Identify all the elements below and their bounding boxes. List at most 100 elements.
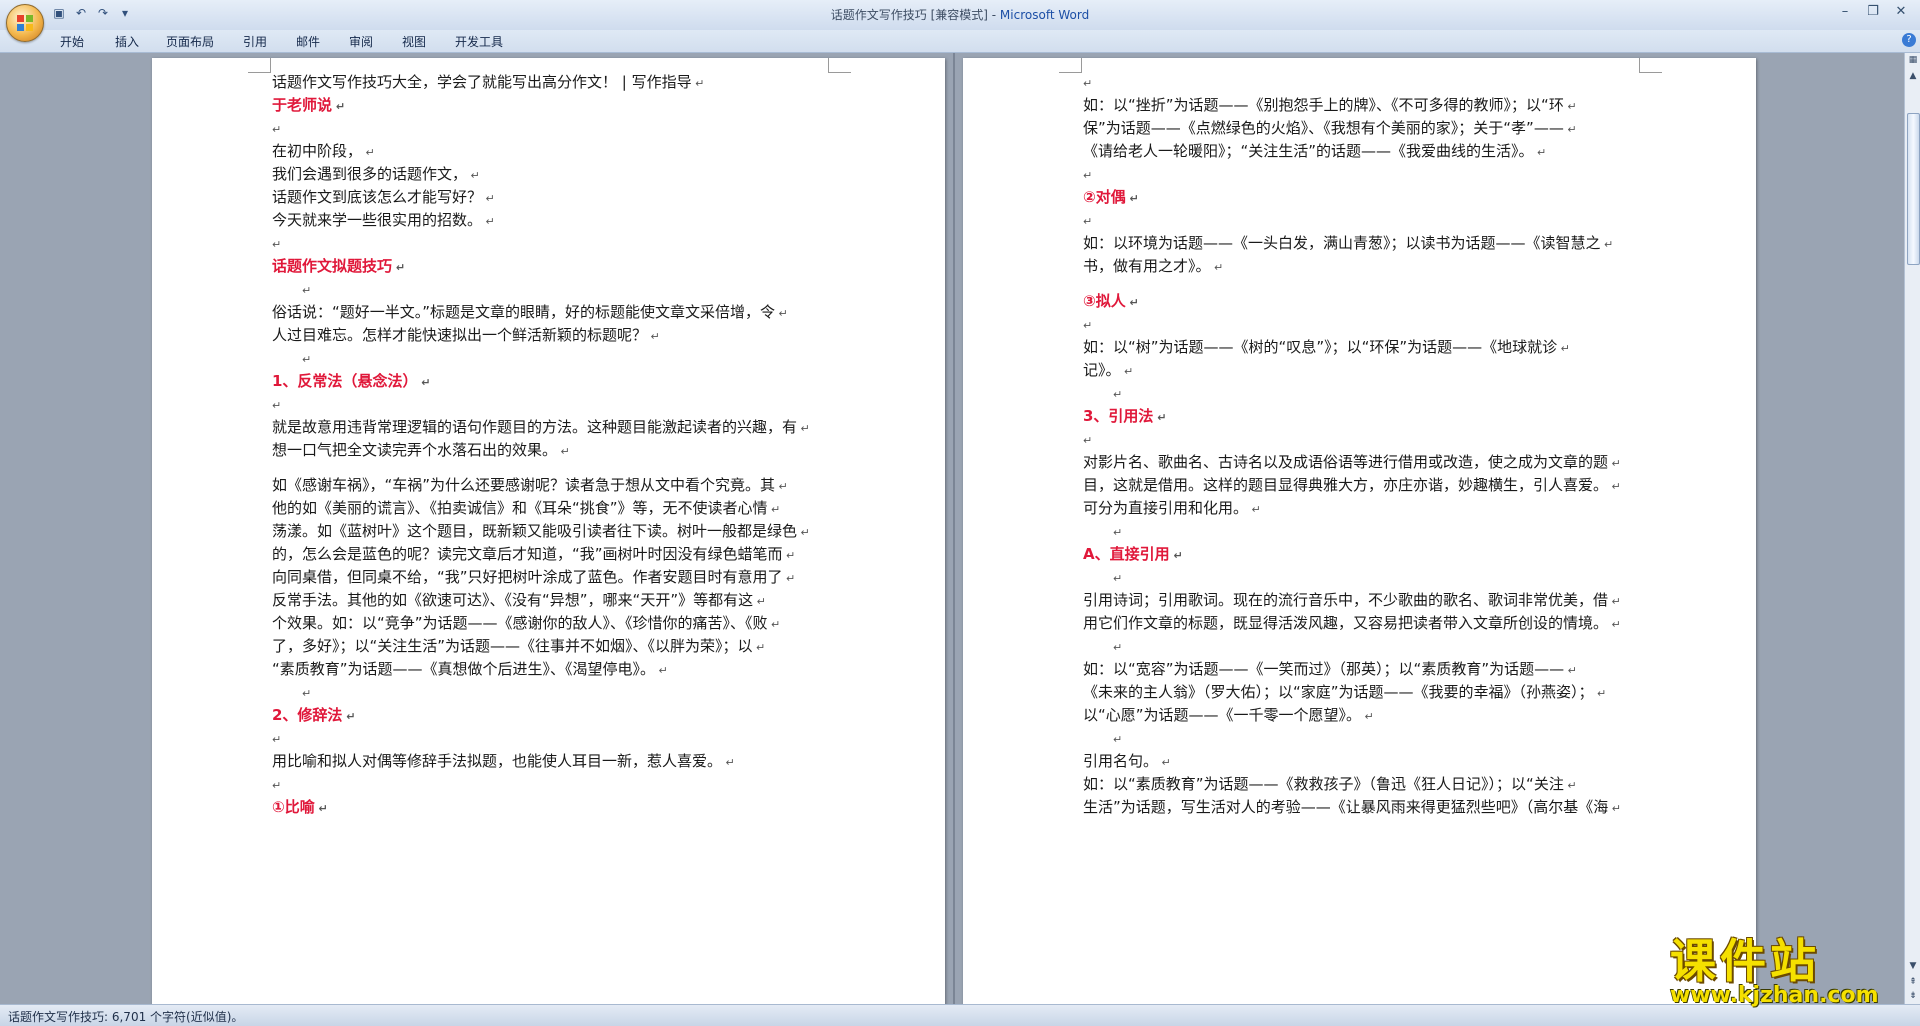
paragraph-mark-icon: ↵ [1593,687,1607,700]
empty-paragraph: ↵ [272,727,832,750]
line-text: 以“心愿”为话题——《一千零一个愿望》。 [1083,706,1362,724]
line-text: 话题作文到底该怎么才能写好？ [272,188,483,206]
tab-view[interactable]: 视图 [402,33,426,50]
paragraph-line: 就是故意用违背常理逻辑的语句作题目的方法。这种题目能激起读者的兴趣，有 ↵ [272,416,832,439]
paragraph-line: 俗话说：“题好一半文。”标题是文章的眼睛，好的标题能使文章文采倍增，令 ↵ [272,301,832,324]
vertical-scrollbar[interactable]: ▦ ▲ ▼ ⇞ ⇟ [1904,53,1920,1004]
document-title: 话题作文写作技巧 [兼容模式] - [830,8,1000,22]
word-count-status[interactable]: 话题作文写作技巧: 6,701 个字符(近似值)。 [8,1008,243,1025]
ruler-toggle-icon[interactable]: ▦ [1905,53,1920,67]
paragraph-mark-icon: ↵ [1563,123,1577,136]
tab-mailings[interactable]: 邮件 [296,33,320,50]
paragraph-mark-icon: ↵ [482,215,495,228]
line-text: “素质教育”为话题——《真想做个后进生》、《渴望停电》。 [272,660,656,678]
paragraph-mark-icon: ↵ [797,526,810,539]
paragraph-line: 保”为话题——《点燃绿色的火焰》、《我想有个美丽的家》；关于“孝”—— ↵ [1083,117,1643,140]
tab-page-layout[interactable]: 页面布局 [166,33,214,50]
empty-paragraph [272,462,832,474]
line-text: 如：以“挫折”为话题——《别抱怨手上的牌》、《不可多得的教师》；以“环 [1083,96,1564,114]
paragraph-mark-icon: ↵ [1125,296,1139,309]
paragraph-mark-icon: ↵ [782,549,796,562]
restore-icon[interactable]: ❐ [1860,2,1886,22]
close-icon[interactable]: ✕ [1888,2,1914,22]
paragraph-mark-icon: ↵ [272,238,282,251]
page-divider [953,53,955,1004]
tab-insert[interactable]: 插入 [115,33,139,50]
paragraph-mark-icon: ↵ [557,445,570,458]
line-text: 我们会遇到很多的话题作文， [272,165,468,183]
paragraph-line: 对影片名、歌曲名、古诗名以及成语俗语等进行借用或改造，使之成为文章的题 ↵ [1083,451,1643,474]
paragraph-mark-icon: ↵ [775,307,788,320]
office-button[interactable] [6,4,44,42]
help-icon[interactable]: ? [1902,33,1916,47]
document-page-left[interactable]: 话题作文写作技巧大全，学会了就能写出高分作文！ | 写作指导 ↵ 于老师说 ↵ ↵… [152,58,945,1004]
paragraph-line: 如：以“素质教育”为话题——《救救孩子》（鲁迅《狂人日记》）；以“关注 ↵ [1083,773,1643,796]
paragraph-line: 引用诗词；引用歌词。现在的流行音乐中，不少歌曲的歌名、歌词非常优美，借 ↵ [1083,589,1643,612]
paragraph-mark-icon: ↵ [1113,641,1123,654]
paragraph-mark-icon: ↵ [302,284,312,297]
scroll-up-icon[interactable]: ▲ [1905,69,1920,83]
paragraph-mark-icon: ↵ [272,733,282,746]
line-text: 引用名句。 [1083,752,1159,770]
line-text: 话题作文写作技巧大全，学会了就能写出高分作文！ | 写作指导 [272,73,692,91]
paragraph-mark-icon: ↵ [767,618,781,631]
line-text: 记》。 [1083,361,1121,379]
paragraph-mark-icon: ↵ [1608,618,1621,631]
paragraph-mark-icon: ↵ [1248,503,1261,516]
minimize-icon[interactable]: – [1832,2,1858,22]
empty-paragraph: ↵ [272,232,832,255]
tab-references[interactable]: 引用 [243,33,267,50]
paragraph-mark-icon: ↵ [1113,733,1123,746]
line-text: 《请给老人一轮暖阳》；“关注生活”的话题——《我爱曲线的生活》。 [1083,142,1534,160]
document-area: 话题作文写作技巧大全，学会了就能写出高分作文！ | 写作指导 ↵ 于老师说 ↵ ↵… [0,53,1904,1004]
paragraph-line: 想一口气把全文读完弄个水落石出的效果。 ↵ [272,439,832,462]
line-text: 人过目难忘。怎样才能快速拟出一个鲜活新颖的标题呢？ [272,326,648,344]
tab-home[interactable]: 开始 [60,33,84,50]
paragraph-line: 记》。 ↵ [1083,359,1643,382]
line-text: 2、修辞法 [272,706,343,724]
line-text: 的，怎么会是蓝色的呢？读完文章后才知道，“我”画树叶时因没有绿色蜡笔而 [272,545,783,563]
line-text: ①比喻 [272,798,315,816]
empty-paragraph [1083,278,1643,290]
line-text: 反常手法。其他的如《欲速可达》、《没有“异想”，哪来“天开”》等都有这 [272,591,754,609]
page-text-right: ↵ 如：以“挫折”为话题——《别抱怨手上的牌》、《不可多得的教师》；以“环 ↵ 保”… [1083,71,1643,819]
window-controls: – ❐ ✕ [1832,2,1914,22]
line-text: 书，做有用之才》。 [1083,257,1211,275]
scroll-thumb[interactable] [1907,113,1920,265]
paragraph-line: 用它们作文章的标题，既显得活泼风趣，又容易把读者带入文章所创设的情境。 ↵ [1083,612,1643,635]
paragraph-line: 的，怎么会是蓝色的呢？读完文章后才知道，“我”画树叶时因没有绿色蜡笔而 ↵ [272,543,832,566]
office-logo-icon [17,15,33,31]
line-text: 想一口气把全文读完弄个水落石出的效果。 [272,441,558,459]
paragraph-mark-icon: ↵ [1125,192,1139,205]
empty-paragraph: ↵ [272,773,832,796]
paragraph-mark-icon: ↵ [1153,411,1167,424]
paragraph-mark-icon: ↵ [655,664,668,677]
line-text: 如：以“宽容”为话题——《一笑而过》（那英）；以“素质教育”为话题—— [1083,660,1565,678]
line-text: ②对偶 [1083,188,1126,206]
document-page-right[interactable]: ↵ 如：以“挫折”为话题——《别抱怨手上的牌》、《不可多得的教师》；以“环 ↵ 保”… [963,58,1756,1004]
tab-developer[interactable]: 开发工具 [455,33,503,50]
crop-mark [248,58,271,73]
watermark-title: 课件站 [1670,934,1820,988]
paragraph-line: 书，做有用之才》。 ↵ [1083,255,1643,278]
paragraph-mark-icon: ↵ [272,399,282,412]
ribbon-tabs: 开始 插入 页面布局 引用 邮件 审阅 视图 开发工具 ? [0,30,1920,53]
section-heading: 2、修辞法 ↵ [272,704,832,727]
line-text: 在初中阶段， [272,142,363,160]
paragraph-line: 用比喻和拟人对偶等修辞手法拟题，也能使人耳目一新，惹人喜爱。 ↵ [272,750,832,773]
empty-paragraph: ↵ [1083,163,1643,186]
paragraph-line: 话题作文写作技巧大全，学会了就能写出高分作文！ | 写作指导 ↵ [272,71,832,94]
paragraph-line: 《未来的主人翁》（罗大佑）；以“家庭”为话题——《我要的幸福》（孙燕姿）； ↵ [1083,681,1643,704]
paragraph-line: 了，多好》；以“关注生活”为话题——《往事并不如烟》、《以胖为荣》；以 ↵ [272,635,832,658]
tab-review[interactable]: 审阅 [349,33,373,50]
paragraph-line: “素质教育”为话题——《真想做个后进生》、《渴望停电》。 ↵ [272,658,832,681]
line-text: 3、引用法 [1083,407,1154,425]
site-watermark: 课件站 www.kjzhan.com [1656,925,1912,1009]
paragraph-mark-icon: ↵ [1083,77,1093,90]
line-text: 向同桌借，但同桌不给，“我”只好把树叶涂成了蓝色。作者安题目时有意用了 [272,568,783,586]
paragraph-line: 如：以“树”为话题——《树的“叹息”》；以“环保”为话题——《地球就诊 ↵ [1083,336,1643,359]
paragraph-line: 如：以“宽容”为话题——《一笑而过》（那英）；以“素质教育”为话题—— ↵ [1083,658,1643,681]
paragraph-mark-icon: ↵ [1600,238,1614,251]
paragraph-line: 如：以“挫折”为话题——《别抱怨手上的牌》、《不可多得的教师》；以“环 ↵ [1083,94,1643,117]
paragraph-mark-icon: ↵ [1564,664,1577,677]
